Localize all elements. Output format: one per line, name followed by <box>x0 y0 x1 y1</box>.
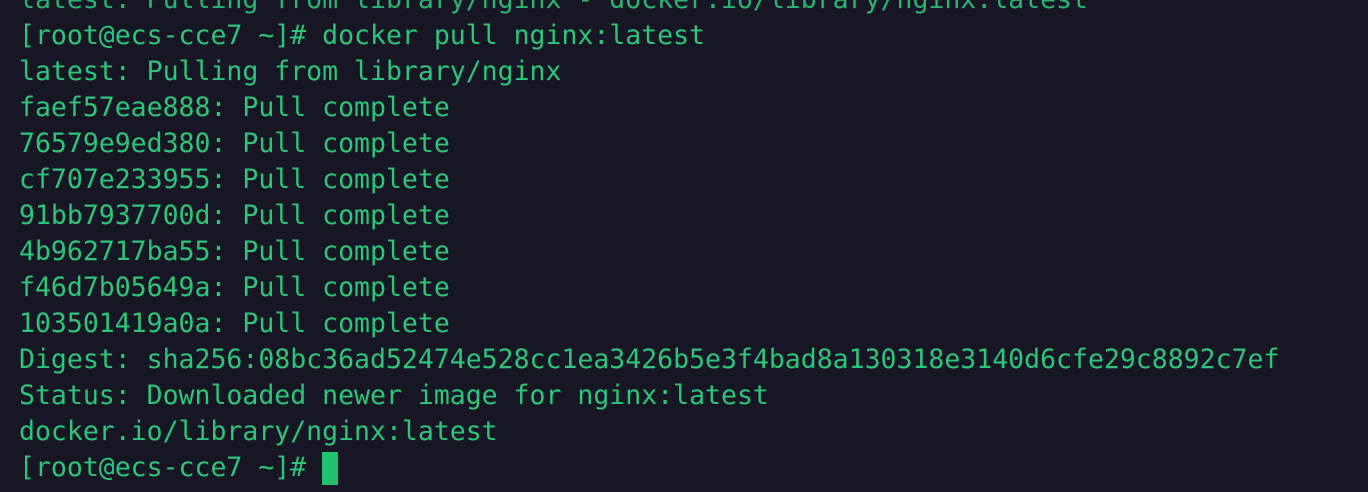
shell-prompt: [root@ecs-cce7 ~]# <box>19 20 323 51</box>
clipped-previous-line: latest: Pulling from library/nginx - doc… <box>19 0 1279 18</box>
text-cursor[interactable] <box>322 451 339 485</box>
command-line: [root@ecs-cce7 ~]# docker pull nginx:lat… <box>19 18 1279 54</box>
output-line-layer: f46d7b05649a: Pull complete <box>19 272 450 303</box>
output-line-layer: 103501419a0a: Pull complete <box>19 308 450 339</box>
output-line-pulling: latest: Pulling from library/nginx <box>19 56 562 87</box>
output-line-status: Status: Downloaded newer image for nginx… <box>19 380 769 411</box>
active-prompt-line[interactable]: [root@ecs-cce7 ~]# <box>19 450 1279 486</box>
output-line-layer: 76579e9ed380: Pull complete <box>19 128 450 159</box>
entered-command: docker pull nginx:latest <box>322 20 706 51</box>
terminal-output: latest: Pulling from library/nginx - doc… <box>19 0 1279 486</box>
output-line-layer: cf707e233955: Pull complete <box>19 164 450 195</box>
output-line-layer: 4b962717ba55: Pull complete <box>19 236 450 267</box>
shell-prompt: [root@ecs-cce7 ~]# <box>19 452 307 483</box>
output-line-digest: Digest: sha256:08bc36ad52474e528cc1ea342… <box>19 344 1280 375</box>
output-line-layer: faef57eae888: Pull complete <box>19 92 450 123</box>
terminal-window[interactable]: latest: Pulling from library/nginx - doc… <box>0 0 1368 492</box>
output-line-layer: 91bb7937700d: Pull complete <box>19 200 450 231</box>
output-line-image-ref: docker.io/library/nginx:latest <box>19 416 498 447</box>
